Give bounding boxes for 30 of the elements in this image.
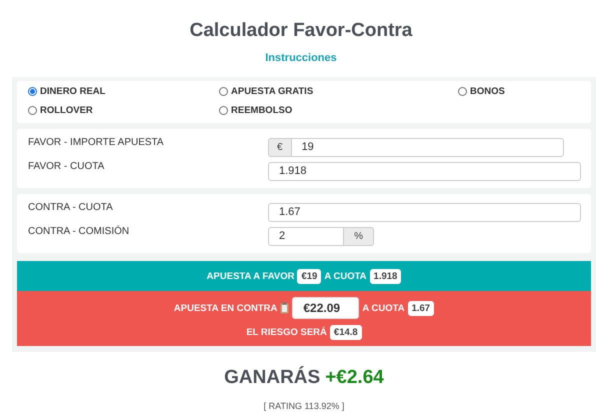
risk-badge: €14.8 bbox=[330, 325, 362, 340]
currency-addon: € bbox=[268, 138, 291, 156]
bar-text: APUESTA EN CONTRA bbox=[174, 302, 278, 314]
clipboard-icon[interactable] bbox=[280, 302, 290, 314]
mode-radio[interactable]: BONOS bbox=[458, 86, 505, 97]
result-label: GANARÁS bbox=[224, 367, 320, 389]
input-field[interactable]: 1.918 bbox=[268, 162, 581, 180]
field-label: CONTRA - CUOTA bbox=[28, 201, 114, 213]
field-label: FAVOR - CUOTA bbox=[28, 160, 106, 172]
field-label: FAVOR - IMPORTE APUESTA bbox=[28, 136, 165, 148]
bar-text: EL RIESGO SERÁ bbox=[246, 327, 327, 338]
bar-text: A CUOTA bbox=[324, 270, 367, 282]
rating-text: [ RATING 113.92% ] bbox=[264, 401, 344, 411]
stake-badge: €19 bbox=[297, 268, 322, 284]
percent-addon: % bbox=[344, 226, 374, 246]
input-field[interactable]: 2 bbox=[268, 226, 344, 246]
page-title: Calculador Favor-Contra bbox=[188, 20, 414, 42]
field-label: CONTRA - COMISIÓN bbox=[28, 224, 130, 237]
bar-text: A CUOTA bbox=[362, 302, 405, 314]
profit-amount: +€2.64 bbox=[325, 367, 384, 389]
mode-radio[interactable]: REEMBOLSO bbox=[219, 105, 292, 116]
odds-badge: 1.67 bbox=[408, 300, 434, 316]
bar-text: APUESTA A FAVOR bbox=[206, 270, 294, 282]
odds-badge: 1.918 bbox=[370, 268, 402, 284]
mode-radio[interactable]: DINERO REAL bbox=[28, 86, 106, 97]
input-field[interactable]: 1.67 bbox=[268, 202, 581, 222]
mode-radio[interactable]: ROLLOVER bbox=[28, 105, 93, 116]
stake-field[interactable]: €22.09 bbox=[292, 297, 360, 319]
mode-radio[interactable]: APUESTA GRATIS bbox=[219, 86, 314, 97]
input-field[interactable]: 19 bbox=[290, 138, 564, 156]
